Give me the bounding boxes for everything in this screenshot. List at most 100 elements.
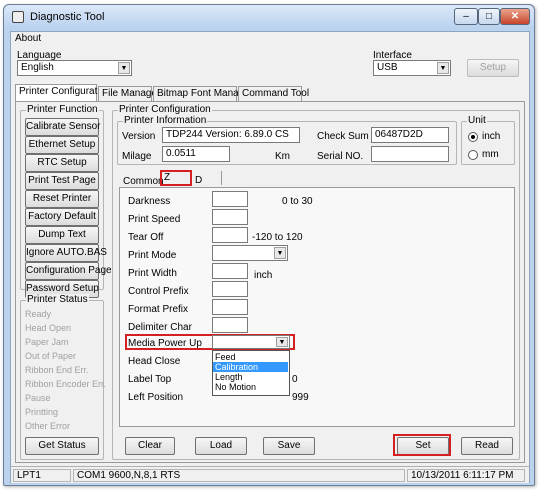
unit-group: Unit inch mm <box>461 115 515 165</box>
printer-function-group: Printer Function Calibrate Sensor Ethern… <box>20 104 112 298</box>
save-button[interactable]: Save <box>263 437 315 455</box>
tear-off-field[interactable] <box>212 227 248 243</box>
settings-panel: Darkness 0 to 30 Print Speed Tear Off -1… <box>119 187 515 427</box>
printer-status-group: Printer Status Ready Head Open Paper Jam… <box>20 294 106 460</box>
control-prefix-field[interactable] <box>212 281 248 297</box>
label-top-label: Label Top <box>128 374 172 385</box>
tab-printer-configuration[interactable]: Printer Configuration <box>15 84 111 101</box>
maximize-button[interactable]: □ <box>478 8 500 25</box>
tear-off-hint: -120 to 120 <box>252 232 303 243</box>
format-prefix-label: Format Prefix <box>128 304 189 315</box>
milage-field[interactable]: 0.0511 <box>162 146 230 162</box>
tab-file-manager[interactable]: File Manager <box>98 86 160 101</box>
configuration-page-button[interactable]: Configuration Page <box>25 262 112 280</box>
control-prefix-label: Control Prefix <box>128 286 189 297</box>
load-button[interactable]: Load <box>195 437 247 455</box>
head-close-label: Head Close <box>128 356 181 367</box>
print-speed-field[interactable] <box>212 209 248 225</box>
checksum-label: Check Sum <box>317 131 369 142</box>
tab-panel: Printer Function Calibrate Sensor Ethern… <box>15 101 525 463</box>
interface-value: USB <box>377 62 398 73</box>
factory-default-button[interactable]: Factory Default <box>25 208 99 226</box>
reset-printer-button[interactable]: Reset Printer <box>25 190 99 208</box>
serial-field[interactable] <box>371 146 449 162</box>
status-datetime: 10/13/2011 6:11:17 PM <box>407 469 525 482</box>
ignore-autobas-button[interactable]: Ignore AUTO.BAS <box>25 244 107 262</box>
calibrate-sensor-button[interactable]: Calibrate Sensor <box>25 118 100 136</box>
unit-inch-label: inch <box>482 131 501 142</box>
printer-configuration-group: Printer Configuration Printer Informatio… <box>112 104 520 460</box>
unit-mm-label: mm <box>482 149 499 160</box>
tab-bitmap-font-manager[interactable]: Bitmap Font Manager <box>153 86 253 101</box>
read-button[interactable]: Read <box>461 437 513 455</box>
status-pause: Pause <box>25 393 51 403</box>
milage-label: Milage <box>122 151 152 162</box>
status-paper-jam: Paper Jam <box>25 337 69 347</box>
get-status-button[interactable]: Get Status <box>25 437 99 455</box>
subtab-z[interactable]: Z <box>164 172 170 183</box>
print-test-page-button[interactable]: Print Test Page <box>25 172 99 190</box>
checksum-field[interactable]: 06487D2D <box>371 127 449 143</box>
chevron-down-icon[interactable]: ▼ <box>437 62 449 74</box>
chevron-down-icon[interactable]: ▼ <box>274 247 286 259</box>
tab-command-tool[interactable]: Command Tool <box>238 86 309 101</box>
client-area: About Language English ▼ Interface USB ▼… <box>10 31 530 483</box>
ethernet-setup-button[interactable]: Ethernet Setup <box>25 136 99 154</box>
menu-about[interactable]: About <box>15 33 41 44</box>
chevron-down-icon[interactable]: ▼ <box>118 62 130 74</box>
version-field[interactable]: TDP244 Version: 6.89.0 CS <box>162 127 300 143</box>
status-ribbon-end: Ribbon End Err. <box>25 365 89 375</box>
unit-inch-radio[interactable] <box>468 132 478 142</box>
unit-mm-radio[interactable] <box>468 150 478 160</box>
left-position-label: Left Position <box>128 392 184 403</box>
unit-label: Unit <box>467 115 487 126</box>
subtab-d[interactable]: D <box>195 175 202 186</box>
dump-text-button[interactable]: Dump Text <box>25 226 99 244</box>
print-width-unit: inch <box>254 270 273 281</box>
close-button[interactable]: ✕ <box>500 8 530 25</box>
dropdown-option-feed[interactable]: Feed <box>215 352 236 362</box>
tear-off-label: Tear Off <box>128 232 164 243</box>
status-ready: Ready <box>25 309 52 319</box>
print-mode-label: Print Mode <box>128 250 177 261</box>
print-width-field[interactable] <box>212 263 248 279</box>
chevron-down-icon[interactable]: ▼ <box>276 337 288 347</box>
interface-select[interactable]: USB ▼ <box>373 60 451 76</box>
setup-button[interactable]: Setup <box>467 59 519 77</box>
print-mode-select[interactable]: ▼ <box>212 245 288 261</box>
printer-function-label: Printer Function <box>26 104 99 115</box>
serial-label: Serial NO. <box>317 151 364 162</box>
rtc-setup-button[interactable]: RTC Setup <box>25 154 99 172</box>
language-value: English <box>21 62 54 73</box>
clear-button[interactable]: Clear <box>125 437 175 455</box>
printer-information-label: Printer Information <box>123 115 208 126</box>
dropdown-option-length[interactable]: Length <box>215 372 243 382</box>
menu-bar: About <box>11 32 529 46</box>
minimize-button[interactable]: – <box>454 8 478 25</box>
dropdown-option-calibration[interactable]: Calibration <box>213 362 288 372</box>
printer-configuration-label: Printer Configuration <box>118 104 212 115</box>
window-title: Diagnostic Tool <box>30 11 105 23</box>
darkness-field[interactable] <box>212 191 248 207</box>
version-label: Version <box>122 131 156 142</box>
highlight-box-set <box>393 434 451 456</box>
status-other-error: Other Error <box>25 421 71 431</box>
delimiter-char-label: Delimiter Char <box>128 322 192 333</box>
title-bar[interactable]: Diagnostic Tool – □ ✕ <box>4 5 534 29</box>
print-speed-label: Print Speed <box>128 214 181 225</box>
status-printing: Printting <box>25 407 59 417</box>
left-position-hint: 999 <box>292 392 309 403</box>
dropdown-option-no-motion[interactable]: No Motion <box>215 382 256 392</box>
media-power-up-select[interactable]: ▼ <box>212 335 290 349</box>
main-window: Diagnostic Tool – □ ✕ About Language Eng… <box>3 4 535 486</box>
delimiter-char-field[interactable] <box>212 317 248 333</box>
darkness-label: Darkness <box>128 196 171 207</box>
media-power-up-dropdown[interactable]: Feed Calibration Length No Motion <box>212 350 290 396</box>
language-group: Language English ▼ <box>15 50 135 76</box>
media-power-up-label: Media Power Up <box>128 338 202 349</box>
app-icon <box>12 11 24 23</box>
subtab-common[interactable]: Common <box>123 176 164 187</box>
format-prefix-field[interactable] <box>212 299 248 315</box>
language-select[interactable]: English ▼ <box>17 60 132 76</box>
status-port: LPT1 <box>13 469 71 482</box>
